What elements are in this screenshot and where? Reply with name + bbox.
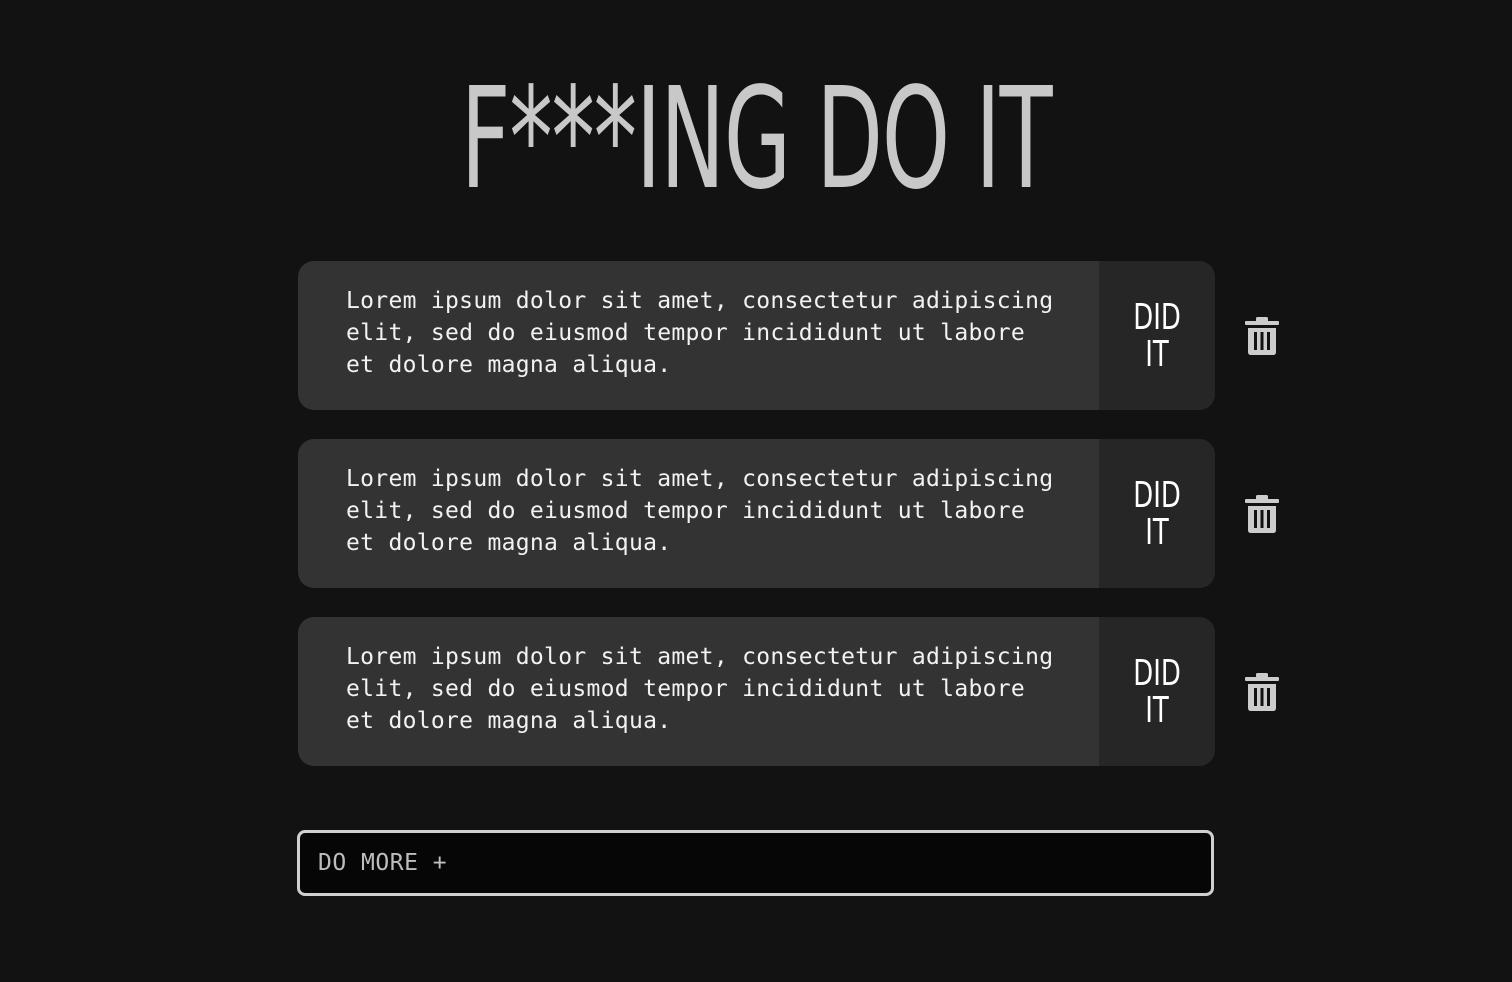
task-card: Lorem ipsum dolor sit amet, consectetur … <box>298 261 1215 410</box>
task-row: Lorem ipsum dolor sit amet, consectetur … <box>298 261 1298 410</box>
task-text: Lorem ipsum dolor sit amet, consectetur … <box>346 466 1054 556</box>
add-task-placeholder: DO MORE + <box>318 850 448 876</box>
did-it-label: DID IT <box>1133 652 1181 731</box>
did-it-button[interactable]: DID IT <box>1099 261 1215 410</box>
did-it-button[interactable]: DID IT <box>1099 617 1215 766</box>
did-it-button[interactable]: DID IT <box>1099 439 1215 588</box>
task-text: Lorem ipsum dolor sit amet, consectetur … <box>346 644 1054 734</box>
trash-icon[interactable] <box>1245 495 1279 533</box>
task-card: Lorem ipsum dolor sit amet, consectetur … <box>298 617 1215 766</box>
task-row: Lorem ipsum dolor sit amet, consectetur … <box>298 617 1298 766</box>
task-card: Lorem ipsum dolor sit amet, consectetur … <box>298 439 1215 588</box>
task-list: Lorem ipsum dolor sit amet, consectetur … <box>298 261 1298 795</box>
task-row: Lorem ipsum dolor sit amet, consectetur … <box>298 439 1298 588</box>
trash-icon[interactable] <box>1245 317 1279 355</box>
did-it-label: DID IT <box>1133 474 1181 553</box>
task-text: Lorem ipsum dolor sit amet, consectetur … <box>346 288 1054 378</box>
add-task-input[interactable]: DO MORE + <box>297 830 1214 896</box>
app-root: F***ING DO IT Lorem ipsum dolor sit amet… <box>0 0 1512 982</box>
did-it-label: DID IT <box>1133 296 1181 375</box>
trash-icon[interactable] <box>1245 673 1279 711</box>
page-title: F***ING DO IT <box>460 58 1053 221</box>
